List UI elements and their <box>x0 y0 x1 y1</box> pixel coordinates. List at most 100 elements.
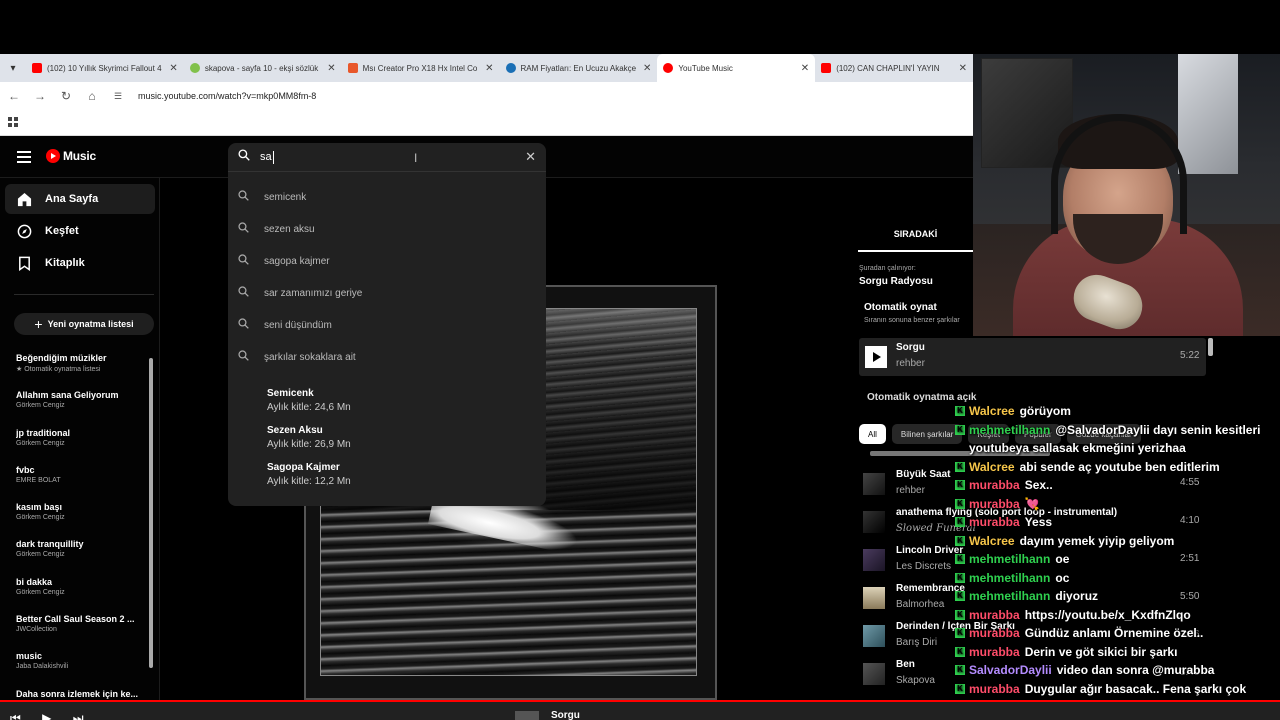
chat-message: Kmurabba Derin ve göt sikici bir şarkı <box>955 643 1275 662</box>
playlist-item[interactable]: music Jaba Dalakishvili <box>16 651 146 688</box>
scrollbar-thumb[interactable] <box>149 358 153 668</box>
tab-favicon-icon <box>31 63 42 73</box>
playlist-item[interactable]: fvbc EMRE BOLAT <box>16 465 146 502</box>
tab-title: YouTube Music <box>678 63 733 73</box>
chat-text: Sex.. <box>1024 478 1053 492</box>
source-name[interactable]: Sorgu Radyosu <box>859 276 933 287</box>
chat-message: Kmehmetilhann oc <box>955 569 1275 588</box>
play-icon[interactable]: ▶ <box>42 711 51 720</box>
kick-badge-icon: K <box>955 480 965 490</box>
apps-grid-icon[interactable] <box>8 117 18 127</box>
tab-title: skapova - sayfa 10 - ekşi sözlük <box>204 63 319 73</box>
close-tab-icon[interactable]: ✕ <box>169 63 177 74</box>
kick-badge-icon: K <box>955 683 965 694</box>
close-tab-icon[interactable]: ✕ <box>327 63 335 74</box>
tab-favicon-icon <box>189 63 200 73</box>
forward-icon[interactable]: → <box>28 84 52 108</box>
suggestion-item[interactable]: semicenk <box>228 181 546 213</box>
suggestion-item[interactable]: şarkılar sokaklara ait <box>228 341 546 373</box>
url-field[interactable]: music.youtube.com/watch?v=mkp0MM8fm-8 <box>138 91 316 101</box>
close-tab-icon[interactable]: ✕ <box>485 63 493 74</box>
sidebar-item-home[interactable]: Ana Sayfa <box>5 184 155 214</box>
artist-suggestion[interactable]: Sagopa Kajmer Aylık kitle: 12,2 Mn <box>267 462 527 487</box>
chat-link[interactable]: https://youtu.be/x_KxdfnZlqo <box>1025 608 1191 622</box>
browser-tab-bar: ▾ (102) 10 Yıllık Skyrimci Fallout 4 ✕ s… <box>0 54 973 82</box>
play-icon[interactable] <box>865 346 887 368</box>
close-tab-icon[interactable]: ✕ <box>643 63 651 74</box>
sidebar-scrollbar[interactable] <box>148 348 154 693</box>
chip-all[interactable]: All <box>859 424 886 444</box>
chat-message: Kmurabba https://youtu.be/x_KxdfnZlqo <box>955 606 1275 625</box>
sidebar-item-label: Keşfet <box>45 225 79 237</box>
browser-tab[interactable]: RAM Fiyatları: En Ucuzu Akakçe ✕ <box>500 54 658 82</box>
browser-tab-active[interactable]: YouTube Music ✕ <box>657 54 816 82</box>
sidebar-item-library[interactable]: Kitaplık <box>5 248 155 278</box>
chat-user: murabba <box>969 644 1020 659</box>
webcam-overlay <box>973 54 1280 336</box>
chat-user: murabba <box>969 626 1020 640</box>
sidebar-divider <box>14 294 154 295</box>
chat-message: Kmurabba 💘 <box>955 495 1275 514</box>
playlist-item[interactable]: bi dakka Görkem Cengiz <box>16 577 146 614</box>
new-playlist-button[interactable]: + Yeni oynatma listesi <box>14 313 154 335</box>
suggestion-item[interactable]: seni düşündüm <box>228 309 546 341</box>
chat-user: Walcree <box>969 459 1015 474</box>
text-cursor-icon: I <box>414 151 418 165</box>
playlist-name: Better Call Saul Season 2 ... <box>16 614 135 625</box>
artist-suggestion[interactable]: Sezen Aksu Aylık kitle: 26,9 Mn <box>267 425 527 450</box>
track-thumbnail <box>863 625 885 647</box>
tab-up-next[interactable]: SIRADAKİ <box>858 229 973 239</box>
browser-tab[interactable]: (102) 10 Yıllık Skyrimci Fallout 4 ✕ <box>26 54 184 82</box>
suggestion-text: sezen aksu <box>264 223 315 235</box>
bookmarks-bar <box>0 110 973 136</box>
home-icon[interactable]: ⌂ <box>80 84 104 108</box>
suggestion-item[interactable]: sezen aksu <box>228 213 546 245</box>
suggestion-item[interactable]: sar zamanımızı geriye <box>228 277 546 309</box>
clear-search-icon[interactable]: ✕ <box>525 149 536 165</box>
chat-message: Kmehmetilhann oe <box>955 550 1275 569</box>
back-icon[interactable]: ← <box>2 84 26 108</box>
search-input[interactable]: sa I ✕ <box>228 143 546 171</box>
playlist-name: fvbc <box>16 464 35 475</box>
sidebar-item-label: Kitaplık <box>45 257 85 269</box>
previous-icon[interactable]: ⏮ <box>10 711 21 720</box>
chat-overlay: K Walcree görüyom Kmehmetilhann @SalvadorDa… <box>955 402 1275 717</box>
next-icon[interactable]: ⏭ <box>73 711 84 720</box>
playlist-item[interactable]: kasım başı Görkem Cengiz <box>16 502 146 539</box>
kick-badge-icon: K <box>955 498 965 509</box>
chat-message: K Walcree görüyom <box>955 402 1275 421</box>
artist-suggestion[interactable]: Semicenk Aylık kitle: 24,6 Mn <box>267 388 527 413</box>
autoplay-subtitle: Sıranın sonuna benzer şarkılar <box>864 317 960 324</box>
playlist-owner: Görkem Cengiz <box>16 588 65 596</box>
player-track-title[interactable]: Sorgu <box>551 710 580 720</box>
browser-tab[interactable]: (102) CAN CHAPLIN'İ YAYIN ✕ <box>815 54 973 82</box>
tab-list-button[interactable]: ▾ <box>0 54 26 82</box>
browser-tab[interactable]: skapova - sayfa 10 - ekşi sözlük ✕ <box>184 54 342 82</box>
suggestion-item[interactable]: sagopa kajmer <box>228 245 546 277</box>
search-value: sa <box>260 151 272 163</box>
playlist-item[interactable]: Beğendiğim müzikler ★ Otomatik oynatma li… <box>16 353 146 390</box>
queue-scrollbar[interactable] <box>1208 338 1213 356</box>
kick-badge-icon: K <box>955 609 965 620</box>
suggestion-text: sagopa kajmer <box>264 255 330 267</box>
playlist-item[interactable]: dark tranquillity Görkem Cengiz <box>16 539 146 576</box>
close-tab-icon[interactable]: ✕ <box>959 63 967 74</box>
playlist-item[interactable]: Better Call Saul Season 2 ... JWCollectio… <box>16 614 146 651</box>
tab-title: Msı Creator Pro X18 Hx Intel Co <box>362 63 478 73</box>
ytm-logo[interactable]: Music <box>46 149 96 163</box>
menu-icon[interactable] <box>17 151 31 163</box>
site-info-icon[interactable]: ☰ <box>106 84 130 108</box>
close-tab-icon[interactable]: ✕ <box>801 63 809 74</box>
playlist-name: Daha sonra izlemek için ke... <box>16 688 139 699</box>
player-thumbnail[interactable] <box>515 711 539 720</box>
reload-icon[interactable]: ↻ <box>54 84 78 108</box>
sidebar-item-explore[interactable]: Keşfet <box>5 216 155 246</box>
now-playing-row[interactable]: Sorgu rehber 5:22 <box>859 338 1206 376</box>
browser-tab[interactable]: Msı Creator Pro X18 Hx Intel Co ✕ <box>342 54 500 82</box>
chip-familiar[interactable]: Bilinen şarkılar <box>891 424 963 444</box>
progress-bar[interactable] <box>0 700 1280 702</box>
kick-badge-icon: K <box>955 646 965 657</box>
playlist-item[interactable]: jp traditional Görkem Cengiz <box>16 428 146 465</box>
playlist-item[interactable]: Allahım sana Geliyorum Görkem Cengiz <box>16 390 146 427</box>
kick-badge-icon: K <box>955 517 965 527</box>
